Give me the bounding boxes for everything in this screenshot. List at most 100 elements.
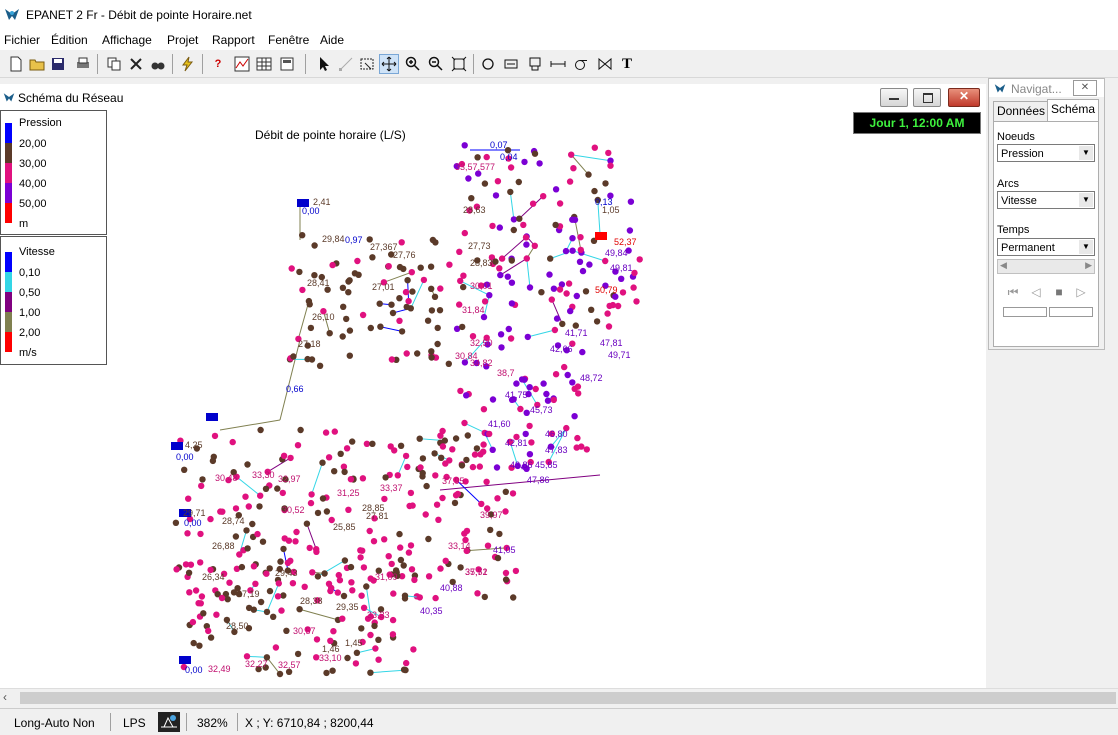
menu-fichier[interactable]: Fichier — [4, 33, 40, 47]
map-value-label: 28,63 — [463, 205, 486, 215]
junction-node — [188, 562, 194, 568]
add-junction-icon[interactable] — [478, 54, 498, 74]
new-file-icon[interactable] — [6, 54, 26, 74]
add-pump-icon[interactable] — [571, 54, 591, 74]
junction-node — [568, 152, 574, 158]
junction-node — [417, 464, 423, 470]
minimize-button[interactable] — [880, 88, 908, 107]
select-vertex-icon[interactable] — [336, 54, 356, 74]
junction-node — [495, 555, 501, 561]
zoom-in-icon[interactable] — [403, 54, 423, 74]
velocity-legend-unit: m/s — [19, 347, 37, 359]
add-tank-icon[interactable] — [525, 54, 545, 74]
run-icon[interactable] — [178, 54, 198, 74]
junction-node — [569, 235, 575, 241]
junction-node — [186, 589, 192, 595]
junction-node — [485, 543, 491, 549]
junction-node — [585, 171, 591, 177]
pipe — [510, 192, 514, 220]
junction-node — [306, 298, 312, 304]
add-pipe-icon[interactable] — [548, 54, 568, 74]
add-valve-icon[interactable] — [595, 54, 615, 74]
stop-icon[interactable]: ■ — [1049, 283, 1069, 301]
map-value-label: 28,41 — [307, 278, 330, 288]
tab-schema[interactable]: Schéma — [1047, 99, 1099, 122]
junction-node — [307, 545, 313, 551]
map-value-label: 32,27 — [245, 659, 268, 669]
chevron-down-icon: ▼ — [1079, 146, 1093, 160]
junction-node — [299, 287, 305, 293]
restore-button[interactable] — [913, 88, 941, 107]
velocity-swatch — [5, 312, 12, 332]
copy-icon[interactable] — [104, 54, 124, 74]
map-value-label: 47,81 — [600, 338, 623, 348]
graph-icon[interactable] — [232, 54, 252, 74]
junction-node — [289, 265, 295, 271]
junction-node — [326, 454, 332, 460]
junction-node — [490, 396, 496, 402]
select-icon[interactable] — [314, 54, 334, 74]
find-icon[interactable] — [148, 54, 168, 74]
back-icon[interactable]: ◁ — [1026, 283, 1046, 301]
pressure-swatch — [5, 203, 12, 223]
pressure-legend[interactable]: Pression 20,00 30,00 40,00 50,00 m — [0, 110, 107, 235]
scroll-left-icon[interactable]: ‹ — [3, 690, 7, 704]
junction-node — [486, 431, 492, 437]
map-value-label: 49,81 — [610, 263, 633, 273]
menu-aide[interactable]: Aide — [320, 33, 344, 47]
tab-donnees[interactable]: Données — [993, 101, 1049, 121]
links-parameter-select[interactable]: Vitesse▼ — [997, 191, 1095, 209]
options-icon[interactable] — [277, 54, 297, 74]
zoom-out-icon[interactable] — [426, 54, 446, 74]
add-label-icon[interactable]: T — [617, 54, 637, 74]
map-value-label: 47,83 — [545, 445, 568, 455]
junction-node — [296, 269, 302, 275]
junction-node — [367, 632, 373, 638]
junction-node — [335, 589, 341, 595]
open-file-icon[interactable] — [27, 54, 47, 74]
junction-node — [243, 527, 249, 533]
animation-speed-slider[interactable] — [1049, 307, 1093, 317]
save-icon[interactable] — [48, 54, 68, 74]
pan-icon[interactable] — [379, 54, 399, 74]
junction-node — [386, 553, 392, 559]
full-extent-icon[interactable] — [449, 54, 469, 74]
junction-node — [602, 258, 608, 264]
animation-speed-slider[interactable] — [1003, 307, 1047, 317]
junction-node — [251, 563, 257, 569]
menu-rapport[interactable]: Rapport — [212, 33, 255, 47]
junction-node — [592, 145, 598, 151]
map-value-label: 0,00 — [176, 452, 194, 462]
junction-node — [287, 455, 293, 461]
menu-affichage[interactable]: Affichage — [102, 33, 152, 47]
network-map[interactable]: 0,070,042,410,0029,840,9727,36727,7627,0… — [0, 110, 986, 688]
add-reservoir-icon[interactable] — [501, 54, 521, 74]
velocity-legend-title: Vitesse — [19, 246, 55, 258]
time-scrollbar[interactable]: ◀ ▶ — [997, 259, 1095, 274]
junction-node — [286, 538, 292, 544]
rewind-icon[interactable]: ⏮ — [1003, 283, 1023, 301]
reservoir-node — [206, 413, 218, 421]
velocity-legend[interactable]: Vitesse 0,10 0,50 1,00 2,00 m/s — [0, 236, 107, 365]
print-icon[interactable] — [73, 54, 93, 74]
horizontal-scrollbar[interactable]: ‹ — [0, 688, 1118, 707]
nodes-parameter-select[interactable]: Pression▼ — [997, 144, 1095, 162]
scroll-right-icon[interactable]: ▶ — [1085, 260, 1092, 271]
scroll-thumb[interactable] — [20, 692, 1116, 704]
forward-icon[interactable]: ▷ — [1071, 283, 1091, 301]
junction-node — [610, 302, 616, 308]
time-select[interactable]: Permanent▼ — [997, 238, 1095, 256]
browser-close-button[interactable]: ✕ — [1073, 80, 1097, 96]
junction-node — [461, 530, 467, 536]
table-icon[interactable] — [254, 54, 274, 74]
junction-node — [513, 380, 519, 386]
select-region-icon[interactable] — [357, 54, 377, 74]
close-button[interactable]: ✕ — [948, 88, 980, 107]
toolbar-separator — [202, 54, 203, 74]
scroll-left-icon[interactable]: ◀ — [1000, 260, 1007, 271]
delete-icon[interactable] — [126, 54, 146, 74]
menu-projet[interactable]: Projet — [167, 33, 198, 47]
menu-edition[interactable]: Édition — [51, 33, 88, 47]
menu-fenetre[interactable]: Fenêtre — [268, 33, 309, 47]
query-icon[interactable]: ? — [208, 54, 228, 74]
